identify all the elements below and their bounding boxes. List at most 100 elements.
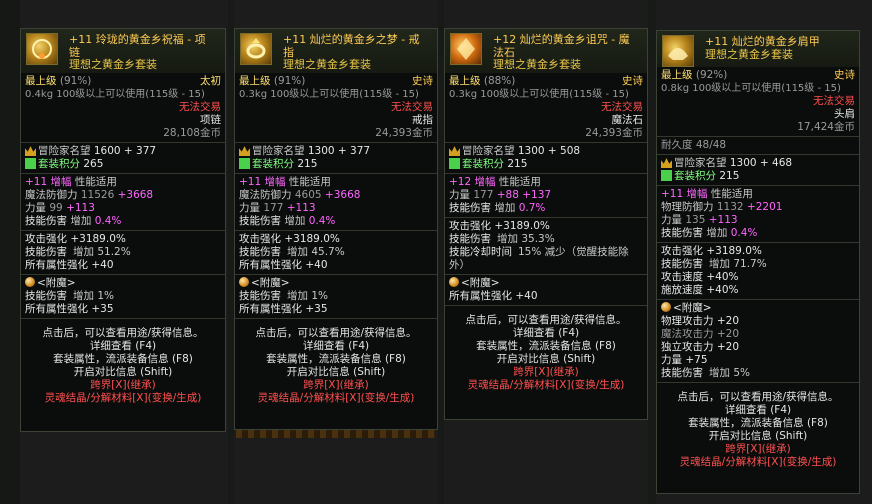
skill-text: 增加 <box>70 215 92 227</box>
setpts-label: 套装积分 <box>38 158 80 170</box>
attr-line-2-value: 增加 45.7% <box>287 246 345 258</box>
slot-type: 头肩 <box>834 108 855 120</box>
set-name: 理想之黄金乡套装 <box>69 58 157 71</box>
trade-status: 无法交易 <box>813 95 855 107</box>
enchant-orb-icon <box>661 302 671 312</box>
level-label: 最上级 <box>239 75 271 87</box>
hint-inherit: 跨界[X](继承) <box>90 379 156 391</box>
rarity: 史诗 <box>412 75 433 87</box>
skill-label: 技能伤害 <box>25 215 67 227</box>
enchant-orb-icon <box>239 277 249 287</box>
hint-detail: 详细查看 (F4) <box>512 327 580 339</box>
attr-line-1: 攻击强化 +3189.0% <box>661 245 762 257</box>
fame-value: 1300 + 468 <box>729 157 793 169</box>
skill-val: 0.7% <box>518 202 546 214</box>
enchant-orb-icon <box>449 277 459 287</box>
hint-set: 套装属性，流派装备信息 (F8) <box>53 353 193 365</box>
fame-label: 冒险家名望 <box>674 157 727 169</box>
set-name: 理想之黄金乡套装 <box>283 58 371 71</box>
attr-line-3-cont: 外） <box>449 259 470 271</box>
enchant-line-2: 所有属性强化 +35 <box>239 303 328 315</box>
hint-set: 套装属性，流派装备信息 (F8) <box>266 353 406 365</box>
stat-bonus: +113 <box>708 214 738 226</box>
hint-compare: 开启对比信息 (Shift) <box>286 366 386 378</box>
hint-set: 套装属性，流派装备信息 (F8) <box>476 340 616 352</box>
hint-click: 点击后，可以查看用途/获得信息。 <box>465 314 627 326</box>
setpts-label: 套装积分 <box>252 158 294 170</box>
level-pct: (91%) <box>59 75 92 87</box>
set-points-icon <box>449 158 460 169</box>
stat-label: 力量 <box>449 189 470 201</box>
hint-compare: 开启对比信息 (Shift) <box>708 430 808 442</box>
setpts-label: 套装积分 <box>462 158 504 170</box>
ring-icon[interactable] <box>240 33 272 65</box>
weight-req: 0.4kg 100级以上可以使用(115级 - 15) <box>25 89 205 100</box>
magic-stone-icon[interactable] <box>450 33 482 65</box>
skill-val: 0.4% <box>730 227 758 239</box>
hint-detail: 详细查看 (F4) <box>89 340 157 352</box>
stat-bonus: +113 <box>286 202 316 214</box>
stat-bonus: +88 +137 <box>496 189 552 201</box>
enchant-line-5-label: 技能伤害 <box>661 367 703 379</box>
set-name: 理想之黄金乡套装 <box>493 58 581 71</box>
attr-line-2-label: 技能伤害 <box>449 233 491 245</box>
amp-label: 增幅 <box>686 188 708 200</box>
item-tooltip-shoulder: +11 灿烂的黄金乡肩甲 理想之黄金乡套装 最上级 (92%) 史诗 0.8kg … <box>656 30 860 494</box>
attr-line-2-label: 技能伤害 <box>661 258 703 270</box>
skill-val: 0.4% <box>94 215 122 227</box>
necklace-icon[interactable] <box>26 33 58 65</box>
tooltip-header: +11 玲珑的黄金乡祝福 - 项 链 理想之黄金乡套装 <box>21 29 225 73</box>
hint-soul: 灵魂结晶/分解材料[X](变换/生成) <box>44 392 202 404</box>
stat-base: 177 <box>263 202 284 214</box>
hint-click: 点击后，可以查看用途/获得信息。 <box>255 327 417 339</box>
def-base: 1132 <box>716 201 744 213</box>
durability: 耐久度 48/48 <box>661 139 727 151</box>
shoulder-icon[interactable] <box>662 35 694 67</box>
slot-type: 项链 <box>200 114 221 126</box>
skill-text: 增加 <box>284 215 306 227</box>
item-tooltip-magic-stone: +12 灿烂的黄金乡诅咒 - 魔 法石 理想之黄金乡套装 最上级 (88%) 史诗… <box>444 28 648 420</box>
item-title: +12 灿烂的黄金乡诅咒 - 魔 <box>493 33 630 46</box>
hint-click: 点击后，可以查看用途/获得信息。 <box>677 391 839 403</box>
attr-line-2-value: 增加 51.2% <box>73 246 131 258</box>
tooltip-header: +11 灿烂的黄金乡之梦 - 戒 指 理想之黄金乡套装 <box>235 29 437 73</box>
stat-bonus: +113 <box>66 202 95 214</box>
hint-inherit: 跨界[X](继承) <box>725 443 791 455</box>
slot-type: 魔法石 <box>611 114 644 126</box>
enchant-line-2: 所有属性强化 +35 <box>25 303 114 315</box>
tooltip-header: +11 灿烂的黄金乡肩甲 理想之黄金乡套装 <box>657 31 859 67</box>
fame-crown-icon <box>661 158 672 168</box>
attr-line-2-label: 技能伤害 <box>25 246 67 258</box>
item-title: +11 灿烂的黄金乡之梦 - 戒 <box>283 33 420 46</box>
hint-soul: 灵魂结晶/分解材料[X](变换/生成) <box>257 392 415 404</box>
item-title: +11 灿烂的黄金乡肩甲 <box>705 35 820 48</box>
skill-text: 增加 <box>706 227 728 239</box>
enchant-label: <附魔> <box>37 277 76 289</box>
skill-label: 技能伤害 <box>239 215 281 227</box>
enchant-line-4: 力量 +75 <box>661 354 708 366</box>
attr-line-2-label: 技能伤害 <box>239 246 281 258</box>
rarity: 太初 <box>200 75 221 87</box>
attr-line-3-label: 技能冷却时间 <box>449 246 512 258</box>
hint-compare: 开启对比信息 (Shift) <box>496 353 596 365</box>
amp-label: 增幅 <box>474 176 496 188</box>
fame-value: 1600 + 377 <box>93 145 157 157</box>
level-pct: (92%) <box>695 69 728 81</box>
attr-line-4: 施放速度 +40% <box>661 284 739 296</box>
skill-text: 增加 <box>494 202 516 214</box>
skill-label: 技能伤害 <box>449 202 491 214</box>
fame-value: 1300 + 508 <box>517 145 581 157</box>
enchant-line-1-label: 技能伤害 <box>239 290 281 302</box>
price: 24,393金币 <box>585 127 643 139</box>
setpts-value: 265 <box>83 158 104 170</box>
enchant-orb-icon <box>25 277 35 287</box>
amp-prefix: +12 <box>449 176 472 188</box>
amp-suffix: 性能适用 <box>498 176 541 188</box>
enchant-line-1-value: 增加 1% <box>73 290 114 302</box>
level-label: 最上级 <box>449 75 481 87</box>
enchant-label: <附魔> <box>461 277 500 289</box>
hint-inherit: 跨界[X](继承) <box>513 366 579 378</box>
level-label: 最上级 <box>661 69 693 81</box>
hint-soul: 灵魂结晶/分解材料[X](变换/生成) <box>679 456 837 468</box>
slot-type: 戒指 <box>412 114 433 126</box>
